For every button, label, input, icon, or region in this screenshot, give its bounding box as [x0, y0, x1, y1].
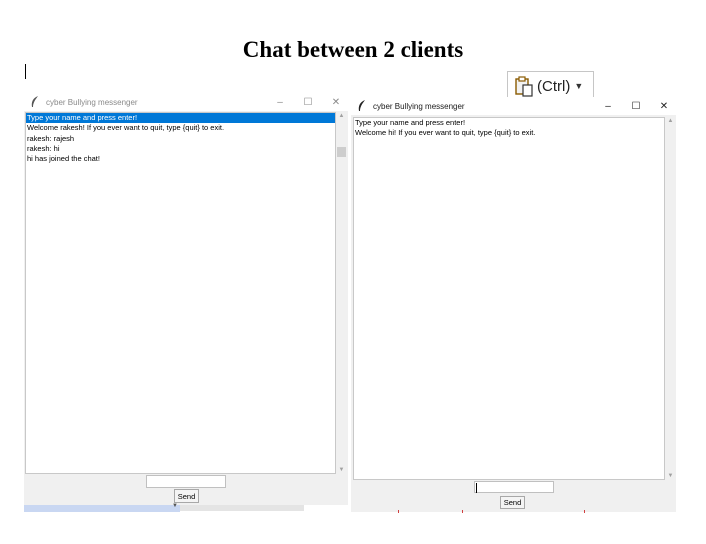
- feather-icon: [31, 96, 38, 107]
- message-line: rakesh: rajesh: [27, 133, 75, 143]
- message-line: Type your name and press enter!: [26, 113, 335, 124]
- window-title: cyber Bullying messenger: [373, 101, 465, 111]
- close-icon[interactable]: ✕: [658, 101, 670, 112]
- clipboard-icon: [515, 76, 533, 97]
- message-list[interactable]: Type your name and press enter! Welcome …: [25, 112, 336, 474]
- text-cursor: [476, 483, 477, 493]
- window-title: cyber Bullying messenger: [46, 97, 138, 107]
- message-line: hi has joined the chat!: [27, 154, 100, 164]
- minimize-icon[interactable]: –: [602, 101, 614, 112]
- minimize-icon[interactable]: –: [274, 97, 286, 108]
- document-title: Chat between 2 clients: [242, 37, 464, 62]
- message-input[interactable]: [146, 475, 226, 488]
- send-button[interactable]: Send: [174, 489, 199, 503]
- message-list-scrollbar[interactable]: ▲ ▼: [665, 117, 676, 480]
- chat-window-client-2[interactable]: cyber Bullying messenger – ☐ ✕ Type your…: [351, 97, 676, 512]
- close-icon[interactable]: ✕: [330, 97, 342, 108]
- message-line: Type your name and press enter!: [355, 118, 466, 127]
- scrollbar-thumb[interactable]: [337, 147, 346, 157]
- scroll-up-icon[interactable]: ▲: [665, 118, 676, 124]
- message-line: rakesh: hi: [27, 143, 60, 153]
- message-line: Welcome rakesh! If you ever want to quit…: [27, 123, 225, 133]
- scroll-up-icon[interactable]: ▲: [336, 113, 347, 119]
- paste-options-label: (Ctrl): [537, 77, 571, 95]
- maximize-icon[interactable]: ☐: [302, 97, 314, 108]
- chevron-down-icon: ▼: [172, 503, 178, 509]
- scroll-down-icon[interactable]: ▼: [336, 467, 347, 473]
- background-tick: [462, 510, 463, 513]
- background-tick: [584, 510, 585, 513]
- background-tick: [398, 510, 399, 513]
- window-titlebar[interactable]: cyber Bullying messenger – ☐ ✕: [24, 93, 348, 111]
- message-line: Welcome hi! If you ever want to quit, ty…: [355, 128, 536, 138]
- document-text-cursor: [25, 64, 26, 79]
- window-titlebar[interactable]: cyber Bullying messenger – ☐ ✕: [351, 97, 676, 115]
- scroll-down-icon[interactable]: ▼: [665, 473, 676, 479]
- chat-window-client-1[interactable]: cyber Bullying messenger – ☐ ✕ Type your…: [24, 93, 348, 505]
- send-button[interactable]: Send: [500, 496, 525, 509]
- message-list-scrollbar[interactable]: ▲ ▼: [336, 112, 347, 474]
- message-input[interactable]: [474, 481, 554, 493]
- chevron-down-icon: ▼: [574, 81, 584, 91]
- message-list[interactable]: Type your name and press enter! Welcome …: [353, 117, 665, 480]
- background-window-strip: [24, 505, 180, 512]
- feather-icon: [358, 100, 365, 111]
- background-window-strip: [180, 505, 304, 511]
- maximize-icon[interactable]: ☐: [630, 101, 642, 112]
